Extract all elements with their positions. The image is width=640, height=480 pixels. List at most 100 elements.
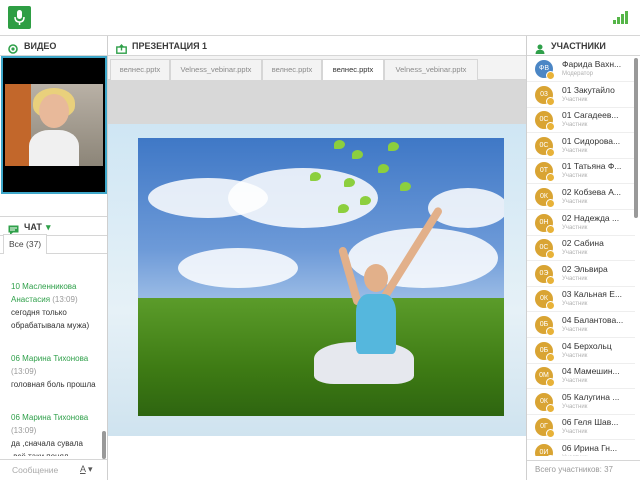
- document-tabs: велнес.pptx Velness_vebinar.pptx велнес.…: [108, 56, 526, 81]
- participant-role: Участник: [562, 352, 588, 359]
- chat-messages: 10 Масленникова Анастасия (13:09) сегодн…: [0, 256, 102, 456]
- slide-viewport: [108, 80, 526, 436]
- participant-role: Модератор: [562, 71, 594, 77]
- user-status-icon: [546, 327, 555, 336]
- participant-row[interactable]: 0Н 02 Надежда ... Участник: [527, 210, 635, 236]
- participant-row[interactable]: 0И06 Ирина Гн...Участник: [527, 440, 635, 456]
- user-status-icon: [546, 122, 555, 132]
- message-text: да ,сначала сувала ,всё таки понял: [11, 439, 83, 456]
- user-status-icon: [546, 275, 555, 285]
- message-time: (13:09): [11, 426, 37, 435]
- participant-role: Участник: [562, 122, 588, 129]
- chat-message: 06 Марина Тихонова (13:09) да ,сначала с…: [11, 411, 98, 456]
- participant-name: 06 Геля Шав...: [562, 417, 619, 428]
- participant-name: 01 Закутайло: [562, 84, 615, 95]
- document-tab[interactable]: Velness_vebinar.pptx: [170, 59, 262, 80]
- user-status-icon: [546, 71, 555, 80]
- video-header: ВИДЕО: [0, 36, 107, 56]
- chat-input[interactable]: Сообщение A ▾: [0, 459, 107, 480]
- participant-name: 04 Балантова...: [562, 315, 624, 325]
- user-status-icon: [546, 352, 555, 362]
- participant-name: 01 Сагадеев...: [562, 110, 619, 121]
- participant-role: Участник: [562, 301, 588, 308]
- user-status-icon: [546, 455, 555, 456]
- user-status-icon: [546, 173, 555, 183]
- participant-row[interactable]: 0Г 06 Геля Шав... Участник: [527, 414, 635, 441]
- participant-name: 01 Татьяна Ф...: [562, 161, 622, 172]
- top-bar: [0, 0, 640, 36]
- user-status-icon: [546, 301, 555, 311]
- message-author: 06 Марина Тихонова: [11, 413, 89, 422]
- message-author: 06 Марина Тихонова: [11, 354, 89, 363]
- user-status-icon: [546, 250, 555, 260]
- chat-tabs: Все (37): [0, 232, 107, 254]
- participant-role: Участник: [562, 327, 588, 333]
- participant-role: Участник: [562, 429, 588, 436]
- text-format-icon[interactable]: A ▾: [80, 464, 93, 475]
- document-tab[interactable]: велнес.pptx: [110, 59, 170, 80]
- presentation-panel: ПРЕЗЕНТАЦИЯ 1 велнес.pptx Velness_vebina…: [108, 36, 526, 480]
- participant-role: Участник: [562, 275, 588, 282]
- slide: [108, 124, 526, 436]
- participant-name: 02 Надежда ...: [562, 212, 620, 223]
- participants-title: УЧАСТНИКИ: [551, 41, 606, 51]
- user-status-icon: [546, 199, 555, 208]
- participant-row[interactable]: 0Б 04 Балантова... Участник: [527, 312, 635, 338]
- user-status-icon: [546, 147, 555, 157]
- participant-row[interactable]: 0К 05 Калугина ... Участник: [527, 389, 635, 415]
- presentation-title: ПРЕЗЕНТАЦИЯ 1: [132, 41, 208, 51]
- webcam-image: [5, 84, 103, 166]
- participant-row[interactable]: 03 01 Закутайло Участник: [527, 82, 635, 108]
- participant-name: 02 Эльвира: [562, 263, 608, 274]
- left-column: ВИДЕО ЧАТ ▾ Все (37) 10 Масленникова Ана…: [0, 36, 108, 480]
- chat-message: 06 Марина Тихонова (13:09) головная боль…: [11, 352, 98, 391]
- participant-name: 02 Кобзева А...: [562, 187, 621, 197]
- participant-name: 04 Берхольц: [562, 340, 612, 351]
- user-status-icon: [546, 96, 555, 106]
- participant-row[interactable]: 0С 01 Сидорова... Участник: [527, 133, 635, 159]
- participant-role: Участник: [562, 403, 588, 410]
- participants-list: ФВ Фарида Вахн... Модератор 03 01 Закутайло У…: [527, 56, 635, 456]
- video-title: ВИДЕО: [24, 41, 57, 51]
- participant-row[interactable]: 0Э 02 Эльвира Участник: [527, 261, 635, 287]
- participants-scrollbar[interactable]: [634, 58, 638, 218]
- participants-total: Всего участников: 37: [527, 460, 640, 480]
- chat-scrollbar[interactable]: [102, 431, 106, 459]
- participant-role: Участник: [562, 199, 588, 205]
- participant-role: Участник: [562, 250, 588, 257]
- message-text: сегодня только обрабатывала мужа): [11, 308, 90, 330]
- user-status-icon: [546, 378, 555, 388]
- participant-role: Участник: [562, 455, 587, 456]
- video-feed[interactable]: [1, 56, 107, 194]
- user-status-icon: [546, 224, 555, 234]
- participant-name: 04 Мамешин...: [562, 366, 620, 377]
- participant-name: 05 Калугина ...: [562, 391, 620, 402]
- participant-name: 02 Сабина: [562, 238, 604, 249]
- participants-header: УЧАСТНИКИ: [527, 36, 640, 56]
- participant-row[interactable]: 0Т 01 Татьяна Ф... Участник: [527, 158, 635, 185]
- participant-role: Участник: [562, 224, 588, 231]
- user-status-icon: [546, 429, 555, 439]
- chat-message: 10 Масленникова Анастасия (13:09) сегодн…: [11, 280, 98, 332]
- participant-row[interactable]: 0Б 04 Берхольц Участник: [527, 338, 635, 364]
- participant-name: 01 Сидорова...: [562, 135, 621, 146]
- document-tab[interactable]: велнес.pptx: [262, 59, 322, 80]
- presentation-header: ПРЕЗЕНТАЦИЯ 1: [108, 36, 526, 56]
- participant-row[interactable]: 0К 03 Кальная Е... Участник: [527, 286, 635, 313]
- participant-row[interactable]: 0С 01 Сагадеев... Участник: [527, 107, 635, 134]
- document-tab-active[interactable]: велнес.pptx: [322, 59, 384, 81]
- message-time: (13:09): [52, 295, 78, 304]
- participant-name: 06 Ирина Гн...: [562, 443, 618, 453]
- slide-footer: [108, 436, 526, 480]
- participant-row[interactable]: ФВ Фарида Вахн... Модератор: [527, 56, 635, 82]
- user-status-icon: [546, 403, 555, 413]
- participant-row[interactable]: 0С 02 Сабина Участник: [527, 235, 635, 262]
- document-tab[interactable]: Velness_vebinar.pptx: [384, 59, 478, 80]
- participant-role: Участник: [562, 96, 588, 103]
- participant-row[interactable]: 0М 04 Мамешин... Участник: [527, 363, 635, 390]
- slide-photo: [138, 138, 504, 416]
- tab-all[interactable]: Все (37): [3, 234, 47, 254]
- microphone-logo-icon[interactable]: [8, 6, 31, 29]
- participant-role: Участник: [562, 147, 588, 154]
- participant-row[interactable]: 0К 02 Кобзева А... Участник: [527, 184, 635, 210]
